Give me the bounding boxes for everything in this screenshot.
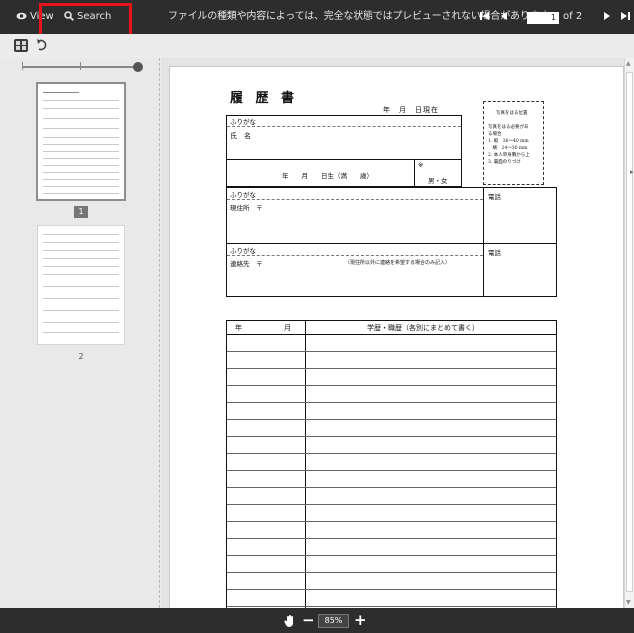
photo-text: 横 24〜30 mm — [488, 146, 528, 151]
photo-text: 写真をはる位置 — [496, 111, 528, 116]
next-page-button[interactable] — [603, 0, 613, 34]
gender-field: 男・女 — [428, 177, 448, 185]
phone-label: 電話 — [488, 249, 501, 257]
note-mark: ※ — [418, 161, 424, 169]
contact-note: （現住所以外に連絡を希望する場合のみ記入） — [345, 260, 451, 266]
divider — [414, 159, 415, 187]
divider — [305, 321, 306, 608]
table-row — [227, 555, 556, 556]
table-row — [227, 521, 556, 522]
rotate-button[interactable] — [37, 37, 51, 54]
page-number-input[interactable] — [527, 12, 559, 24]
zoom-level[interactable]: 85% — [318, 614, 349, 628]
address-block — [226, 187, 557, 297]
page-total: of 2 — [563, 11, 583, 22]
photo-text: 1. 縦 36〜40 mm — [488, 139, 529, 144]
page-thumbnail-1[interactable] — [38, 84, 124, 199]
first-page-icon — [480, 12, 489, 20]
history-table: 年 月 学歴・職歴（各別にまとめて書く） — [226, 320, 557, 608]
photo-placeholder: 写真をはる位置 写真をはる必要があ る場合 1. 縦 36〜40 mm 横 24… — [483, 101, 544, 185]
last-page-button[interactable] — [620, 0, 632, 34]
name-label: 氏 名 — [230, 132, 251, 140]
divider — [483, 187, 484, 297]
next-page-icon — [604, 12, 610, 20]
address-furigana-label: ふりがな — [230, 191, 256, 199]
thumbnail-label-1: 1 — [74, 206, 88, 218]
search-highlight-box — [39, 3, 132, 38]
table-row — [227, 453, 556, 454]
table-row — [227, 385, 556, 386]
last-page-icon — [621, 12, 630, 20]
top-toolbar: View Search ファイルの種類や内容によっては、完全な状態ではプレビュー… — [0, 0, 634, 38]
table-row — [227, 504, 556, 505]
bottom-toolbar: − 85% + — [0, 608, 634, 633]
document-viewer[interactable]: 履 歴 書 年 月 日現在 ふりがな 氏 名 年 月 日生（満 歳） ※ 男・女… — [161, 58, 624, 608]
date-line: 年 月 日現在 — [383, 106, 439, 114]
zoom-in-button[interactable]: + — [354, 610, 367, 630]
table-row — [227, 436, 556, 437]
pan-tool-button[interactable] — [284, 613, 298, 628]
contact-furigana-label: ふりがな — [230, 247, 256, 255]
slider-tick — [80, 62, 81, 70]
scroll-thumb[interactable] — [626, 72, 633, 592]
photo-text: る場合 — [488, 132, 502, 137]
table-row — [227, 589, 556, 590]
table-row — [227, 368, 556, 369]
divider — [226, 159, 462, 160]
sub-toolbar — [0, 34, 634, 58]
photo-text: 写真をはる必要があ — [488, 125, 529, 130]
table-row — [227, 538, 556, 539]
resume-title: 履 歴 書 — [230, 91, 299, 106]
furigana-divider — [227, 126, 461, 127]
side-panel-arrow-icon[interactable]: ▸ — [630, 168, 634, 176]
history-header-year: 年 — [235, 324, 242, 332]
furigana-label: ふりがな — [230, 118, 256, 126]
birth-date-line: 年 月 日生（満 歳） — [282, 172, 373, 180]
document-page: 履 歴 書 年 月 日現在 ふりがな 氏 名 年 月 日生（満 歳） ※ 男・女… — [169, 66, 624, 608]
photo-text: 2. 本人単身胸から上 — [488, 153, 530, 158]
table-row — [227, 487, 556, 488]
hand-icon — [284, 615, 294, 628]
zoom-out-button[interactable]: − — [302, 610, 315, 630]
table-row — [227, 334, 556, 335]
furigana-divider — [227, 255, 483, 256]
table-row — [227, 572, 556, 573]
scroll-up-icon[interactable]: ▲ — [626, 60, 631, 67]
divider — [226, 243, 557, 244]
scroll-down-icon[interactable]: ▼ — [626, 599, 631, 606]
address-label: 現住所 〒 — [230, 204, 263, 212]
thumbnail-sidebar: 1 2 — [0, 58, 160, 608]
vertical-scrollbar[interactable]: ▲ ▼ — [624, 58, 634, 608]
contact-label: 連絡先 〒 — [230, 260, 263, 268]
furigana-divider — [227, 199, 483, 200]
table-row — [227, 351, 556, 352]
eye-icon — [16, 12, 27, 20]
page-thumbnail-2[interactable] — [38, 226, 124, 344]
first-page-button[interactable] — [480, 0, 492, 34]
thumbnail-size-slider[interactable] — [22, 66, 136, 68]
slider-handle[interactable] — [133, 62, 143, 72]
table-row — [227, 606, 556, 607]
rotate-icon — [37, 39, 47, 51]
history-header-month: 月 — [284, 324, 291, 332]
history-header-title: 学歴・職歴（各別にまとめて書く） — [367, 324, 479, 332]
table-row — [227, 470, 556, 471]
phone-label: 電話 — [488, 193, 501, 201]
previous-page-button[interactable] — [500, 0, 510, 34]
previous-page-icon — [501, 12, 507, 20]
slider-tick — [22, 62, 23, 70]
table-row — [227, 402, 556, 403]
table-row — [227, 419, 556, 420]
thumbnail-grid-button[interactable] — [14, 39, 28, 52]
thumbnail-label-2: 2 — [78, 352, 84, 361]
photo-text: 3. 裏面のりづけ — [488, 160, 521, 165]
